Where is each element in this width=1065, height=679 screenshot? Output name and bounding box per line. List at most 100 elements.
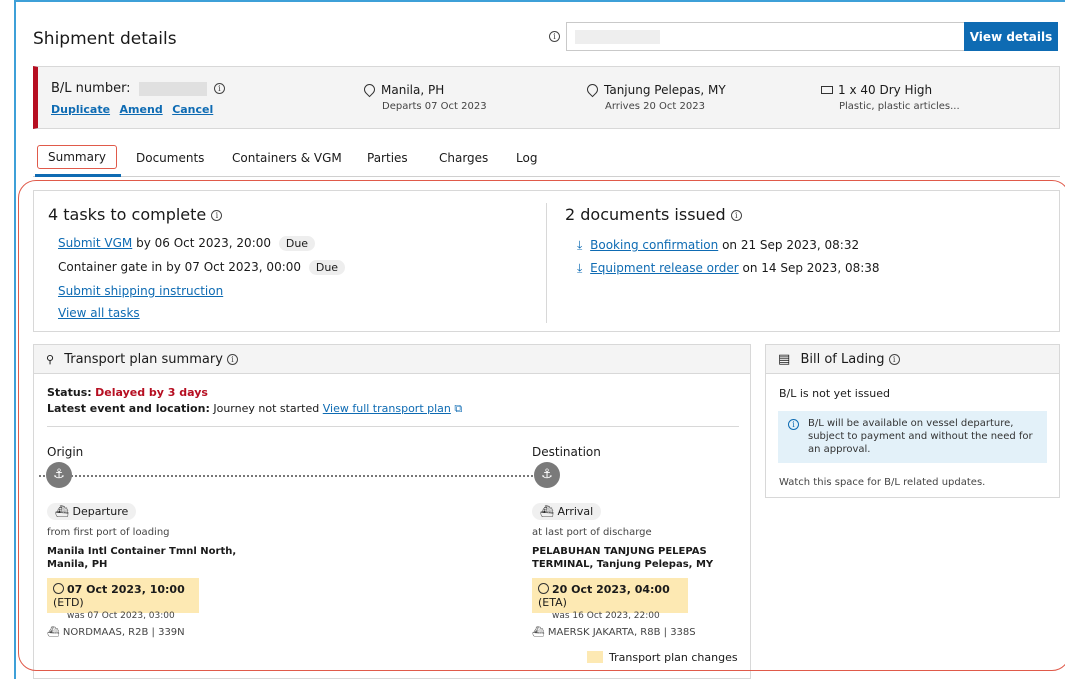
tab-containers-vgm[interactable]: Containers & VGM xyxy=(232,151,342,165)
container-title: 1 x 40 Dry High xyxy=(838,83,933,97)
info-icon[interactable]: i xyxy=(730,210,742,221)
bl-number-label: B/L number: xyxy=(51,81,131,96)
info-icon[interactable]: i xyxy=(227,354,239,365)
anchor-icon: ⚓ xyxy=(46,462,72,488)
destination-label: Destination xyxy=(532,445,601,459)
download-icon: ⤓ xyxy=(577,261,583,275)
bl-number-redacted xyxy=(138,81,207,96)
legend-label: Transport plan changes xyxy=(609,651,738,664)
info-icon[interactable]: i xyxy=(211,210,223,221)
document-item: ⤓ Booking confirmation on 21 Sep 2023, 0… xyxy=(577,238,859,253)
ship-icon: ⛴ xyxy=(540,505,554,518)
destination-terminal-city: TERMINAL, Tanjung Pelepas, MY xyxy=(532,559,714,570)
departure-pill: ⛴ Departure xyxy=(47,503,137,520)
active-tab-indicator xyxy=(35,174,121,177)
destination-arrives: Arrives 20 Oct 2023 xyxy=(605,101,705,112)
tab-parties[interactable]: Parties xyxy=(367,151,408,165)
bl-number: B/L number: i xyxy=(51,81,225,96)
document-date: on 21 Sep 2023, 08:32 xyxy=(722,238,860,252)
status-label: Status: xyxy=(47,386,92,399)
info-icon[interactable]: i xyxy=(888,354,900,365)
tab-documents[interactable]: Documents xyxy=(136,151,204,165)
eta-was: was 16 Oct 2023, 22:00 xyxy=(552,611,660,621)
anchor-icon: ⚓ xyxy=(534,462,560,488)
info-icon[interactable]: i xyxy=(549,31,560,42)
departure-block: ⛴ Departure xyxy=(47,503,137,520)
task-deadline: by 06 Oct 2023, 20:00 xyxy=(136,236,272,250)
arrival-pill: ⛴ Arrival xyxy=(532,503,602,520)
tasks-heading: 4 tasks to complete i xyxy=(48,205,223,224)
tab-log[interactable]: Log xyxy=(516,151,537,165)
documents-title: 2 documents issued xyxy=(565,205,726,224)
eta-tag: (ETA) xyxy=(538,596,567,609)
route-icon: ⚲ xyxy=(46,353,55,366)
transport-plan-header: ⚲ Transport plan summary i xyxy=(34,345,750,374)
info-icon[interactable]: i xyxy=(213,83,225,94)
bl-actions: Duplicate Amend Cancel xyxy=(51,103,219,116)
ship-icon: ⛴ xyxy=(47,627,60,638)
destination-vessel-text: MAERSK JAKARTA, R8B | 338S xyxy=(547,627,696,638)
bol-status: B/L is not yet issued xyxy=(779,387,890,400)
cancel-link[interactable]: Cancel xyxy=(172,103,213,116)
divider xyxy=(546,203,547,323)
view-details-button[interactable]: View details xyxy=(964,22,1058,51)
search-redacted-value xyxy=(575,30,660,44)
document-icon: ▤ xyxy=(778,352,791,367)
transport-plan-card: ⚲ Transport plan summary i Status: Delay… xyxy=(33,344,751,679)
due-badge: Due xyxy=(308,260,346,275)
bol-title: Bill of Lading xyxy=(800,352,885,367)
etd-box: 07 Oct 2023, 10:00 (ETD) was 07 Oct 2023… xyxy=(47,578,199,621)
task-item: Submit shipping instruction xyxy=(58,284,223,298)
ship-icon: ⛴ xyxy=(55,505,69,518)
etd-was: was 07 Oct 2023, 03:00 xyxy=(67,611,175,621)
tasks-title: 4 tasks to complete xyxy=(48,205,207,224)
due-badge: Due xyxy=(278,236,316,251)
event-label: Latest event and location: xyxy=(47,402,210,415)
bol-watch-text: Watch this space for B/L related updates… xyxy=(779,477,986,488)
departure-pill-label: Departure xyxy=(72,505,129,518)
duplicate-link[interactable]: Duplicate xyxy=(51,103,110,116)
external-link-icon[interactable]: ⧉ xyxy=(454,402,462,415)
origin-departs: Departs 07 Oct 2023 xyxy=(382,101,487,112)
task-item: Submit VGM by 06 Oct 2023, 20:00 Due xyxy=(58,236,316,251)
ship-icon: ⛴ xyxy=(532,627,545,638)
document-item: ⤓ Equipment release order on 14 Sep 2023… xyxy=(577,261,880,276)
booking-confirmation-link[interactable]: Booking confirmation xyxy=(590,238,718,252)
left-border xyxy=(14,0,16,679)
eta-value: 20 Oct 2023, 04:00 xyxy=(552,583,670,596)
search-input[interactable] xyxy=(566,22,964,51)
route-line xyxy=(39,475,533,477)
origin-label: Origin xyxy=(47,445,84,459)
destination-terminal: PELABUHAN TANJUNG PELEPAS xyxy=(532,546,707,557)
equipment-release-order-link[interactable]: Equipment release order xyxy=(590,261,739,275)
info-icon: i xyxy=(788,419,799,430)
amend-link[interactable]: Amend xyxy=(120,103,163,116)
location-pin-icon xyxy=(361,81,378,98)
tab-charges[interactable]: Charges xyxy=(439,151,488,165)
submit-vgm-link[interactable]: Submit VGM xyxy=(58,236,132,250)
etd-value: 07 Oct 2023, 10:00 xyxy=(67,583,185,596)
bol-note-text: B/L will be available on vessel departur… xyxy=(808,418,1033,455)
submit-shipping-instruction-link[interactable]: Submit shipping instruction xyxy=(58,284,223,298)
bol-header: ▤ Bill of Lading i xyxy=(766,345,1059,374)
origin-vessel-text: NORDMAAS, R2B | 339N xyxy=(62,627,185,638)
departure-sub: from first port of loading xyxy=(47,527,170,538)
clock-icon xyxy=(53,583,64,594)
location-pin-icon xyxy=(584,81,601,98)
document-date: on 14 Sep 2023, 08:38 xyxy=(742,261,880,275)
view-all-tasks-link[interactable]: View all tasks xyxy=(58,306,140,320)
status-line: Status: Delayed by 3 days xyxy=(47,386,208,399)
arrival-pill-label: Arrival xyxy=(557,505,594,518)
destination-location: Tanjung Pelepas, MY Arrives 20 Oct 2023 xyxy=(584,81,726,112)
container-commodity: Plastic, plastic articles... xyxy=(839,101,960,112)
view-full-transport-plan-link[interactable]: View full transport plan xyxy=(323,402,451,415)
page-title: Shipment details xyxy=(33,29,177,49)
latest-event-line: Latest event and location: Journey not s… xyxy=(47,402,462,416)
tab-bar: Summary Documents Containers & VGM Parti… xyxy=(33,145,1060,177)
task-item: View all tasks xyxy=(58,306,140,320)
legend: Transport plan changes xyxy=(587,651,738,664)
tab-summary[interactable]: Summary xyxy=(37,145,117,169)
clock-icon xyxy=(538,583,549,594)
origin-terminal: Manila Intl Container Tmnl North, xyxy=(47,546,237,557)
destination-vessel: ⛴ MAERSK JAKARTA, R8B | 338S xyxy=(532,627,696,638)
